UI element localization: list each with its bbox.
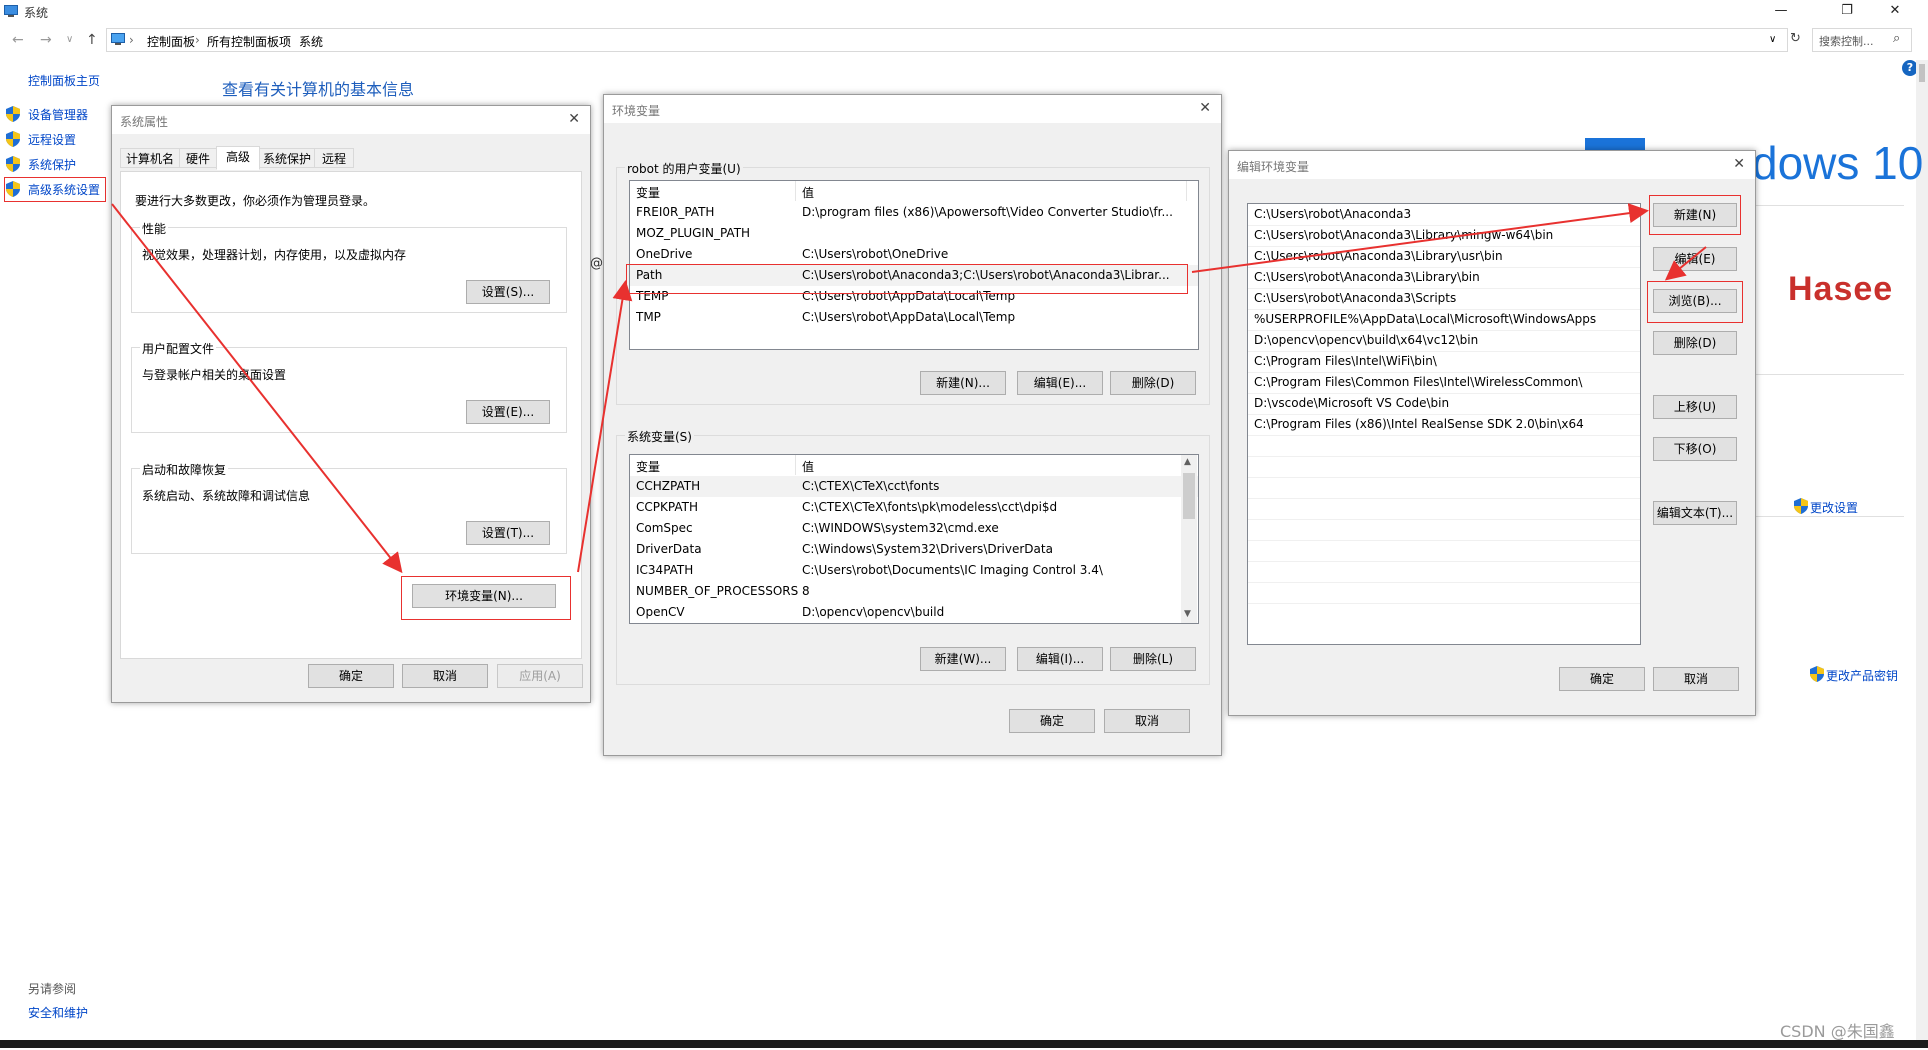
annotation-arrows (111, 203, 1707, 574)
arrow-to-browse-button (1664, 246, 1707, 281)
taskbar-strip (0, 1040, 1928, 1048)
watermark: CSDN @朱国鑫 (1780, 1022, 1895, 1041)
arrow-to-env-button (111, 203, 403, 574)
arrow-to-new-button (1191, 203, 1649, 273)
arrow-to-path-row (577, 280, 633, 573)
